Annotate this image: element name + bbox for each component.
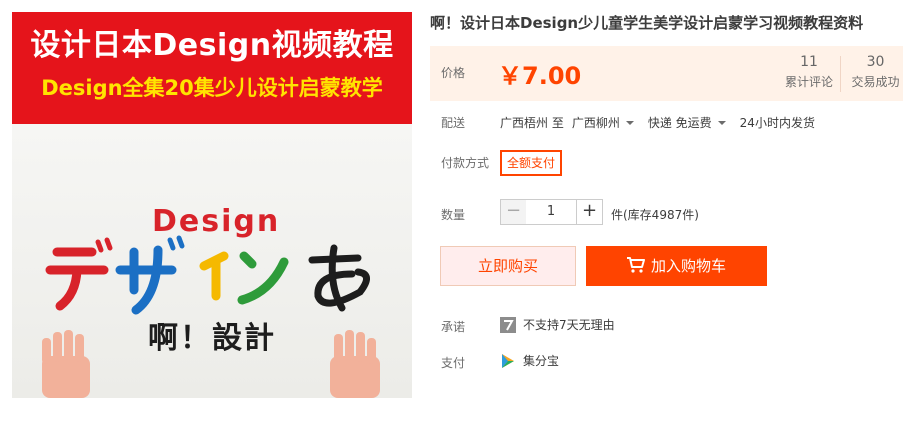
buy-now-button[interactable]: 立即购买 [440,246,576,286]
payment-method-label: 付款方式 [441,156,490,170]
shipping-method-select[interactable]: 快递 免运费 [648,114,730,131]
pay-row: 集分宝 [500,352,559,369]
trades-count: 30 [866,54,885,70]
pay-text: 集分宝 [523,354,560,368]
shipping-from: 广西梧州 至 [500,116,564,130]
quantity-decrease-button[interactable]: − [500,199,527,225]
chevron-down-icon [625,120,634,125]
quantity-input[interactable]: 1 [526,199,576,225]
price-panel: 价格 ￥7.00 11 累计评论 30 交易成功 [430,46,903,101]
no-return-7day-icon [500,316,516,333]
cart-icon [626,257,645,273]
quantity-increase-button[interactable]: + [576,199,603,225]
banner-title: 设计日本Design视频教程 [30,28,394,63]
product-main-image[interactable]: 设计日本Design视频教程 Design全集20集少儿设计启蒙教学 Desig… [12,12,412,398]
jifenbao-icon [502,353,514,368]
trades-stat: 30 交易成功 [848,54,903,90]
shipping-destination: 广西柳州 [571,116,620,130]
price-value: ￥7.00 [498,62,582,90]
stock-info: 件(库存4987件) [611,208,699,222]
reviews-label: 累计评论 [784,75,833,89]
promise-row: 不支持7天无理由 [500,316,615,333]
image-banner: 设计日本Design视频教程 Design全集20集少儿设计启蒙教学 [12,12,412,124]
add-to-cart-label: 加入购物车 [650,257,726,275]
promise-label: 承诺 [441,320,466,334]
shipping-row: 广西梧州 至 广西柳州 快递 免运费 24小时内发货 [500,114,815,131]
dispatch-time: 24小时内发货 [739,116,815,130]
add-to-cart-button[interactable]: 加入购物车 [586,246,767,286]
photo-sign-text: 啊！設計 [148,321,276,356]
reviews-count: 11 [800,54,818,70]
shipping-label: 配送 [441,116,466,130]
product-title: 啊！设计日本Design少儿童学生美学设计启蒙学习视频教程资料 [430,14,864,32]
trades-label: 交易成功 [851,75,900,89]
promise-text: 不支持7天无理由 [523,318,615,332]
shipping-destination-select[interactable]: 广西柳州 [572,114,638,131]
reviews-stat[interactable]: 11 累计评论 [784,54,834,90]
full-payment-option[interactable]: 全额支付 [500,150,562,176]
image-photo: Design 啊！設計 [12,124,412,398]
stat-divider [840,56,841,92]
pay-label: 支付 [441,356,466,370]
photo-design-word: Design [152,204,281,239]
quantity-label: 数量 [441,208,466,222]
banner-subtitle: Design全集20集少儿设计启蒙教学 [41,76,383,100]
chevron-down-icon [717,120,726,125]
price-label: 价格 [441,66,466,80]
shipping-method: 快递 免运费 [647,116,712,130]
